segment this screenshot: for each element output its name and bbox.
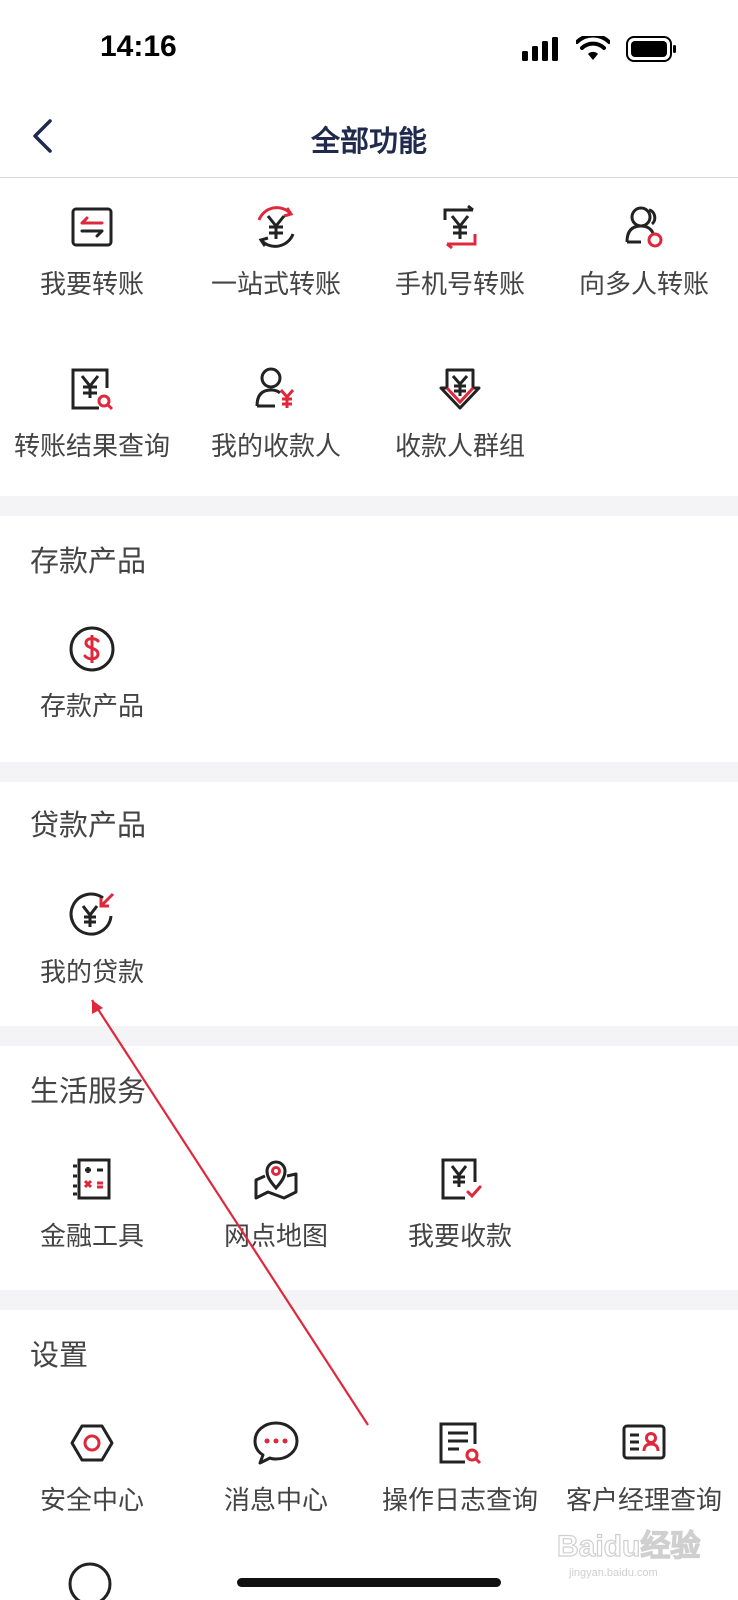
account-manager-icon bbox=[617, 1416, 671, 1470]
section-title-settings: 设置 bbox=[30, 1338, 89, 1372]
grid-item-label: 网点地图 bbox=[223, 1222, 328, 1252]
one-stop-transfer-icon bbox=[249, 200, 303, 254]
section-divider bbox=[0, 1026, 738, 1046]
status-icons bbox=[522, 34, 678, 64]
wifi-icon bbox=[576, 36, 610, 60]
grid-item-my-loan[interactable]: 我的贷款 bbox=[0, 868, 184, 1018]
grid-item-deposit-product[interactable]: 存款产品 bbox=[0, 602, 184, 752]
multi-transfer-icon bbox=[617, 200, 671, 254]
operation-log-icon bbox=[433, 1416, 487, 1470]
grid-item-label: 我的贷款 bbox=[39, 958, 144, 988]
grid-item-label: 收款人群组 bbox=[394, 432, 525, 462]
payee-group-icon bbox=[433, 362, 487, 416]
transfer-grid-row-2: 转账结果查询 我的收款人 收款人群组 bbox=[0, 342, 738, 492]
grid-item-label: 我要收款 bbox=[407, 1222, 512, 1252]
grid-item-security-center[interactable]: 安全中心 bbox=[0, 1396, 184, 1546]
grid-item-message-center[interactable]: 消息中心 bbox=[184, 1396, 368, 1546]
grid-item-finance-tools[interactable]: 金融工具 bbox=[0, 1132, 184, 1282]
grid-item-label: 我的收款人 bbox=[210, 432, 341, 462]
cellular-signal-icon bbox=[522, 37, 558, 61]
transfer-result-search-icon bbox=[65, 362, 119, 416]
phone-transfer-icon bbox=[433, 200, 487, 254]
home-indicator[interactable] bbox=[237, 1578, 501, 1587]
baidu-watermark: Baidu经验 jingyan.baidu.com bbox=[555, 1522, 705, 1582]
status-bar: 14:16 bbox=[0, 0, 738, 96]
grid-item-one-stop-transfer[interactable]: 一站式转账 bbox=[184, 180, 368, 330]
section-divider bbox=[0, 1290, 738, 1310]
life-grid-row: 金融工具 网点地图 我要收款 bbox=[0, 1132, 738, 1282]
payee-icon bbox=[249, 362, 303, 416]
grid-item-payee-group[interactable]: 收款人群组 bbox=[368, 342, 552, 492]
grid-item-transfer[interactable]: 我要转账 bbox=[0, 180, 184, 330]
grid-item-label: 安全中心 bbox=[39, 1486, 144, 1516]
grid-item-label: 存款产品 bbox=[39, 692, 144, 722]
page: 14:16 全部功能 我要转账 一站式转账 手机号转账 向多人转账 转账结果查询… bbox=[0, 0, 738, 1600]
grid-item-phone-transfer[interactable]: 手机号转账 bbox=[368, 180, 552, 330]
dollar-circle-icon bbox=[65, 622, 119, 676]
grid-item-transfer-result-search[interactable]: 转账结果查询 bbox=[0, 342, 184, 492]
section-title-life: 生活服务 bbox=[30, 1074, 147, 1108]
partial-next-icon bbox=[66, 1560, 114, 1600]
grid-item-multi-transfer[interactable]: 向多人转账 bbox=[552, 180, 736, 330]
security-center-icon bbox=[65, 1416, 119, 1470]
grid-item-label: 一站式转账 bbox=[210, 270, 341, 300]
section-divider bbox=[0, 762, 738, 782]
loan-icon bbox=[65, 888, 119, 942]
battery-icon bbox=[626, 36, 676, 62]
grid-item-label: 转账结果查询 bbox=[13, 432, 170, 462]
grid-item-label: 消息中心 bbox=[223, 1486, 328, 1516]
svg-text:Baidu经验: Baidu经验 bbox=[557, 1529, 700, 1563]
loan-grid-row: 我的贷款 bbox=[0, 868, 738, 1018]
svg-text:jingyan.baidu.com: jingyan.baidu.com bbox=[568, 1567, 658, 1579]
transfer-icon bbox=[65, 200, 119, 254]
status-time: 14:16 bbox=[100, 30, 177, 63]
map-pin-icon bbox=[249, 1152, 303, 1206]
receive-payment-icon bbox=[433, 1152, 487, 1206]
section-title-deposit: 存款产品 bbox=[30, 544, 147, 578]
grid-item-branch-map[interactable]: 网点地图 bbox=[184, 1132, 368, 1282]
page-title: 全部功能 bbox=[310, 124, 427, 158]
section-title-loan: 贷款产品 bbox=[30, 808, 147, 842]
grid-item-label: 向多人转账 bbox=[578, 270, 709, 300]
grid-item-label: 客户经理查询 bbox=[565, 1486, 722, 1516]
nav-bar: 全部功能 bbox=[0, 96, 738, 178]
grid-item-payee[interactable]: 我的收款人 bbox=[184, 342, 368, 492]
grid-item-receive-payment[interactable]: 我要收款 bbox=[368, 1132, 552, 1282]
message-center-icon bbox=[249, 1416, 303, 1470]
deposit-grid-row: 存款产品 bbox=[0, 602, 738, 752]
calculator-icon bbox=[65, 1152, 119, 1206]
grid-item-label: 操作日志查询 bbox=[381, 1486, 538, 1516]
grid-item-label: 我要转账 bbox=[39, 270, 144, 300]
grid-item-operation-log[interactable]: 操作日志查询 bbox=[368, 1396, 552, 1546]
grid-item-label: 金融工具 bbox=[39, 1222, 144, 1252]
grid-item-label: 手机号转账 bbox=[394, 270, 525, 300]
section-divider bbox=[0, 496, 738, 516]
transfer-grid-row-1: 我要转账 一站式转账 手机号转账 向多人转账 bbox=[0, 180, 738, 330]
